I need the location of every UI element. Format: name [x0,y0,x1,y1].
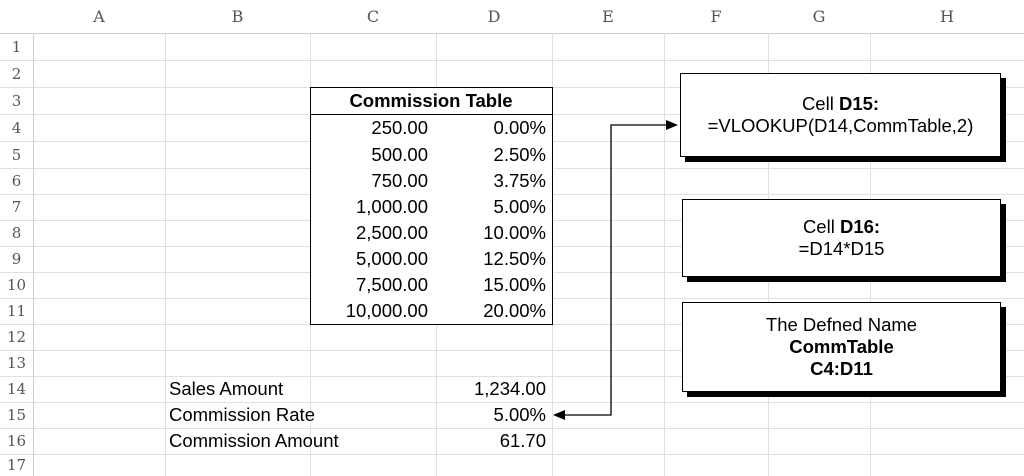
defined-name-range: C4:D11 [810,358,873,379]
callout-d16-formula: =D14*D15 [798,238,885,259]
callout-d16[interactable]: Cell D16: =D14*D15 [682,199,1001,277]
callout-d15-title: Cell D15: [801,93,880,114]
callout-d15[interactable]: Cell D15: =VLOOKUP(D14,CommTable,2) [680,73,1001,157]
callout-defined-name[interactable]: The Defned Name CommTable C4:D11 [682,302,1001,392]
arrow-head-left-icon [553,410,565,420]
callout-d16-title: Cell D16: [802,216,881,237]
callout-d15-formula: =VLOOKUP(D14,CommTable,2) [707,115,974,136]
defined-name-caption: The Defned Name [765,314,918,335]
defined-name-value: CommTable [789,336,894,357]
arrow-head-right-icon [666,120,678,130]
